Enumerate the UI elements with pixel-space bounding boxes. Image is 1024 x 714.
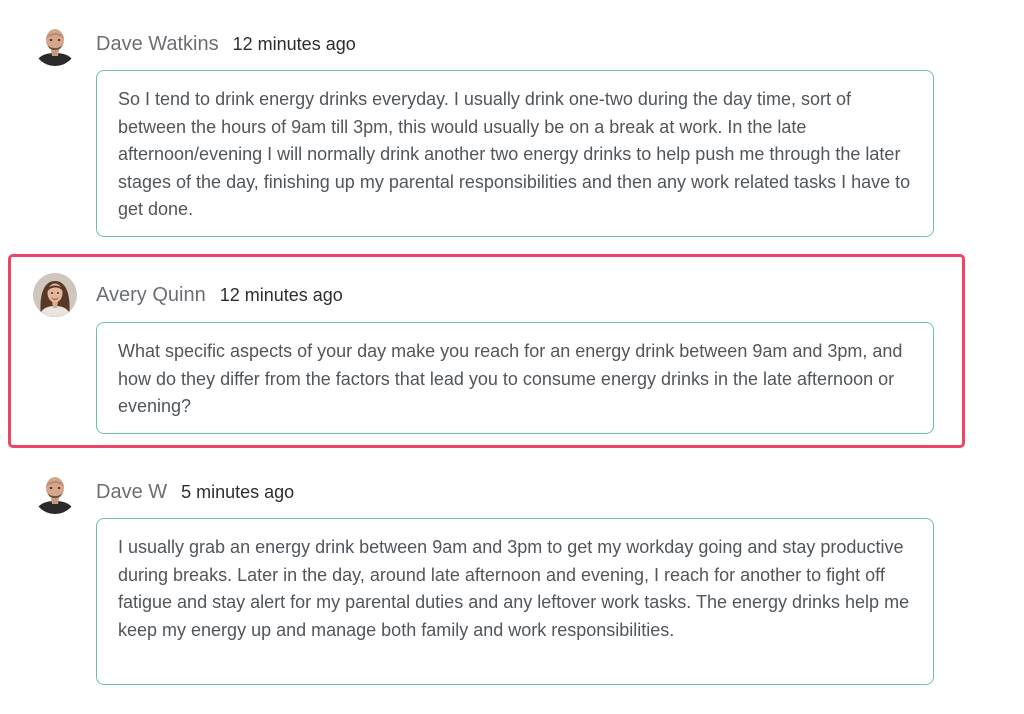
comment-header: Dave Watkins 12 minutes ago bbox=[33, 21, 356, 67]
comment-timestamp: 12 minutes ago bbox=[219, 284, 343, 305]
comment-bubble: What specific aspects of your day make y… bbox=[96, 322, 934, 434]
comment-thread: Dave Watkins 12 minutes ago So I tend to… bbox=[0, 0, 1024, 714]
comment-text: What specific aspects of your day make y… bbox=[118, 341, 903, 416]
comment-header: Avery Quinn 12 minutes ago bbox=[33, 272, 343, 318]
comment-author[interactable]: Avery Quinn bbox=[96, 284, 206, 307]
comment-timestamp: 12 minutes ago bbox=[232, 33, 356, 54]
comment-bubble: I usually grab an energy drink between 9… bbox=[96, 518, 934, 685]
comment-header: Dave W 5 minutes ago bbox=[33, 469, 294, 515]
woman-avatar-icon[interactable] bbox=[33, 273, 77, 317]
man-avatar-icon[interactable] bbox=[33, 22, 77, 66]
comment-text: I usually grab an energy drink between 9… bbox=[118, 537, 910, 640]
man-avatar-icon[interactable] bbox=[33, 470, 77, 514]
comment-timestamp: 5 minutes ago bbox=[181, 481, 295, 502]
comment-text: So I tend to drink energy drinks everyda… bbox=[118, 89, 911, 219]
comment-author[interactable]: Dave W bbox=[96, 481, 167, 504]
comment-bubble: So I tend to drink energy drinks everyda… bbox=[96, 70, 934, 237]
comment-author[interactable]: Dave Watkins bbox=[96, 33, 219, 56]
